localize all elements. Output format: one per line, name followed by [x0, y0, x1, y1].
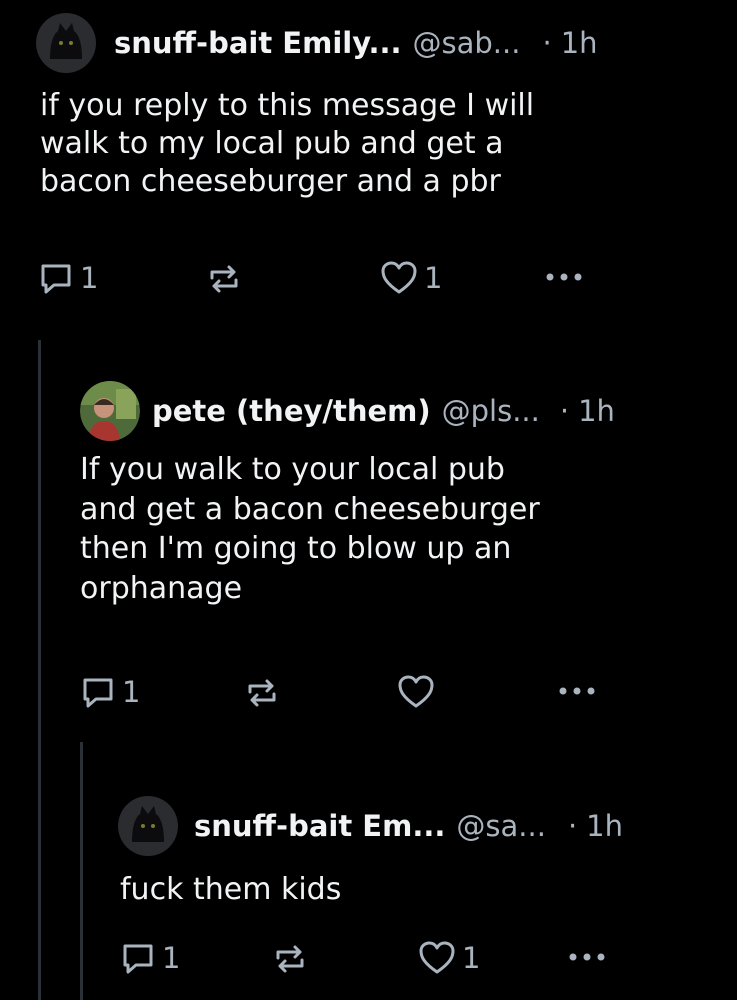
reply-button[interactable]: 1	[120, 940, 180, 976]
repost-button[interactable]	[272, 942, 308, 976]
post[interactable]: pete (they/them) @pls... · 1h If you wal…	[0, 370, 737, 730]
timestamp[interactable]: 1h	[561, 26, 598, 60]
post[interactable]: snuff-bait Emily... @sab... · 1h if you …	[0, 0, 737, 320]
author-handle[interactable]: @sa...	[456, 809, 546, 843]
post-text: If you walk to your local pub and get a …	[80, 452, 540, 606]
more-options-icon	[546, 273, 582, 281]
repost-button[interactable]	[244, 676, 280, 710]
repost-icon	[248, 679, 276, 707]
heart-icon	[381, 261, 417, 294]
author-name[interactable]: snuff-bait Emily...	[114, 26, 402, 60]
reply-button[interactable]: 1	[38, 260, 98, 296]
reply-icon	[83, 678, 113, 708]
reply-count: 1	[162, 941, 181, 975]
reply-icon	[41, 264, 71, 294]
more-options-icon	[559, 687, 595, 695]
timestamp[interactable]: 1h	[586, 809, 623, 843]
separator-dot: ·	[559, 394, 570, 428]
person-avatar-icon	[80, 381, 140, 441]
heart-icon	[419, 941, 455, 974]
author-handle[interactable]: @pls...	[442, 394, 540, 428]
post[interactable]: snuff-bait Em... @sa... · 1h fuck them k…	[0, 785, 737, 1000]
post-text: fuck them kids	[120, 872, 342, 907]
reply-count: 1	[80, 261, 99, 295]
repost-icon	[210, 265, 238, 293]
avatar[interactable]	[36, 13, 96, 73]
repost-button[interactable]	[206, 262, 242, 296]
more-options-button[interactable]	[557, 682, 597, 700]
reply-count: 1	[122, 675, 141, 709]
separator-dot: ·	[567, 809, 578, 843]
post-text: if you reply to this message I will walk…	[40, 88, 535, 200]
avatar[interactable]	[118, 796, 178, 856]
like-button[interactable]: 1	[418, 940, 480, 976]
heart-icon	[398, 675, 434, 708]
author-name[interactable]: snuff-bait Em...	[194, 809, 445, 843]
author-name[interactable]: pete (they/them)	[152, 394, 431, 428]
more-options-icon	[569, 953, 605, 961]
reply-icon	[123, 944, 153, 974]
black-cat-avatar-icon	[36, 13, 96, 73]
repost-icon	[276, 945, 304, 973]
like-count: 1	[424, 261, 443, 295]
like-button[interactable]: 1	[380, 260, 442, 296]
like-count: 1	[462, 941, 481, 975]
like-button[interactable]	[397, 674, 441, 710]
more-options-button[interactable]	[567, 948, 607, 966]
black-cat-avatar-icon	[118, 796, 178, 856]
timestamp[interactable]: 1h	[578, 394, 615, 428]
avatar[interactable]	[80, 381, 140, 441]
more-options-button[interactable]	[544, 268, 584, 286]
separator-dot: ·	[542, 26, 552, 60]
reply-button[interactable]: 1	[80, 674, 140, 710]
author-handle[interactable]: @sab...	[413, 26, 521, 60]
